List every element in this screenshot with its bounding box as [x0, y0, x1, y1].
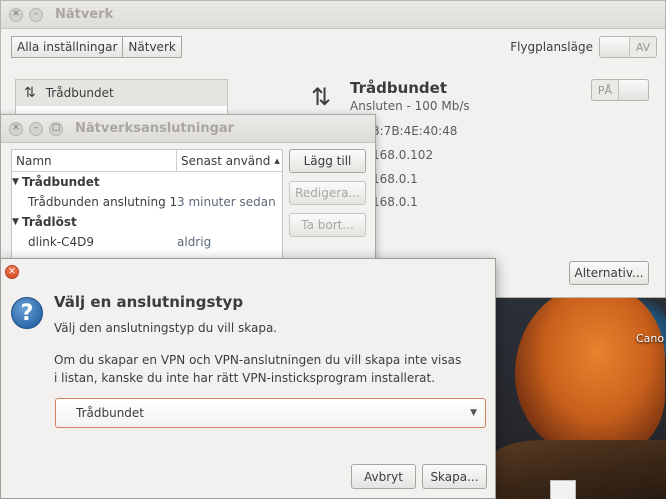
wired-network-icon: ⇅: [24, 85, 36, 101]
wired-network-icon: ⇅: [311, 83, 332, 111]
connections-titlebar[interactable]: ✕ – □ Nätverksanslutningar: [1, 115, 375, 143]
breadcrumb: Alla inställningar Nätverk: [11, 36, 182, 58]
device-power-switch[interactable]: PÅ: [591, 79, 649, 101]
list-item[interactable]: Trådbunden anslutning 1 3 minuter sedan: [12, 192, 282, 212]
switch-knob: [618, 80, 648, 100]
delete-connection-button[interactable]: Ta bort...: [289, 213, 366, 237]
switch-state: AV: [635, 40, 651, 54]
column-last-used-header[interactable]: Senast använd ▲: [177, 150, 282, 171]
device-switch-wrap: PÅ: [591, 79, 649, 101]
dialog-vpn-note: Om du skapar en VPN och VPN-anslutningen…: [54, 353, 462, 385]
dialog-title: Välj en anslutningstyp: [54, 293, 244, 311]
list-header: Namn Senast använd ▲: [12, 150, 282, 172]
window-title: Nätverk: [55, 7, 114, 22]
network-connections-window: ✕ – □ Nätverksanslutningar Namn Senast a…: [0, 114, 376, 264]
switch-knob: [600, 37, 630, 57]
group-label: Trådbundet: [22, 175, 100, 189]
window-title: Nätverksanslutningar: [75, 121, 235, 136]
connection-name: Trådbunden anslutning 1: [28, 195, 177, 209]
device-status: Ansluten - 100 Mb/s: [350, 99, 470, 113]
airplane-mode-label: Flygplansläge: [510, 40, 593, 54]
wallpaper-bird: [515, 285, 665, 455]
expander-down-icon[interactable]: ▼: [12, 177, 22, 187]
desktop-icon-label[interactable]: Cano: [636, 332, 664, 345]
hardware-address-value: 3:7B:4E:40:48: [372, 124, 458, 138]
connections-list: Namn Senast använd ▲ ▼ Trådbundet Trådbun…: [11, 149, 283, 261]
connection-name: dlink-C4D9: [28, 235, 95, 249]
network-device-list: ⇅ Trådbundet: [15, 79, 228, 119]
close-icon[interactable]: ✕: [5, 265, 19, 279]
network-breadcrumb-button[interactable]: Nätverk: [123, 36, 182, 58]
sidebar-item-label: Trådbundet: [45, 86, 114, 100]
airplane-mode-switch[interactable]: AV: [599, 36, 657, 58]
connection-actions: Lägg till Redigera... Ta bort...: [289, 149, 366, 237]
default-route-value: 168.0.1: [372, 172, 418, 186]
dns-value: 168.0.1: [372, 195, 418, 209]
close-icon[interactable]: ✕: [9, 121, 23, 136]
column-name-header[interactable]: Namn: [12, 150, 177, 171]
desktop-file-icon[interactable]: [550, 480, 576, 499]
switch-state: PÅ: [597, 83, 613, 97]
ipv4-address-value: 168.0.102: [372, 148, 434, 162]
options-button[interactable]: Alternativ...: [569, 261, 649, 285]
connection-last-used: aldrig: [177, 235, 212, 249]
edit-connection-button[interactable]: Redigera...: [289, 181, 366, 205]
question-icon: ?: [11, 297, 43, 329]
minimize-icon[interactable]: –: [29, 7, 43, 22]
all-settings-button[interactable]: Alla inställningar: [11, 36, 124, 58]
group-row-wireless[interactable]: ▼ Trådlöst: [12, 212, 282, 232]
sidebar-item-wired[interactable]: ⇅ Trådbundet: [16, 80, 227, 106]
chevron-down-icon: ▼: [470, 408, 477, 418]
wallpaper-branch: [490, 440, 666, 499]
list-item[interactable]: dlink-C4D9 aldrig: [12, 232, 282, 252]
device-title: Trådbundet: [350, 79, 448, 97]
add-connection-button[interactable]: Lägg till: [289, 149, 366, 173]
group-row-wired[interactable]: ▼ Trådbundet: [12, 172, 282, 192]
close-icon[interactable]: ✕: [9, 7, 23, 22]
network-titlebar[interactable]: ✕ – Nätverk: [1, 1, 665, 29]
connection-last-used: 3 minuter sedan: [177, 195, 276, 209]
create-button[interactable]: Skapa...: [422, 464, 487, 489]
airplane-mode: Flygplansläge AV: [510, 36, 657, 58]
combo-selected-value: Trådbundet: [76, 406, 145, 420]
expander-down-icon[interactable]: ▼: [12, 217, 22, 227]
choose-connection-type-dialog: ✕ ? Välj en anslutningstyp Välj den ansl…: [0, 258, 496, 499]
minimize-icon[interactable]: –: [29, 121, 43, 136]
maximize-icon[interactable]: □: [49, 121, 63, 136]
cancel-button[interactable]: Avbryt: [351, 464, 416, 489]
sort-ascending-icon: ▲: [274, 156, 280, 165]
group-label: Trådlöst: [22, 215, 77, 229]
dialog-instruction: Välj den anslutningstyp du vill skapa.: [54, 321, 278, 335]
connection-type-combo[interactable]: Trådbundet ▼: [55, 398, 486, 428]
